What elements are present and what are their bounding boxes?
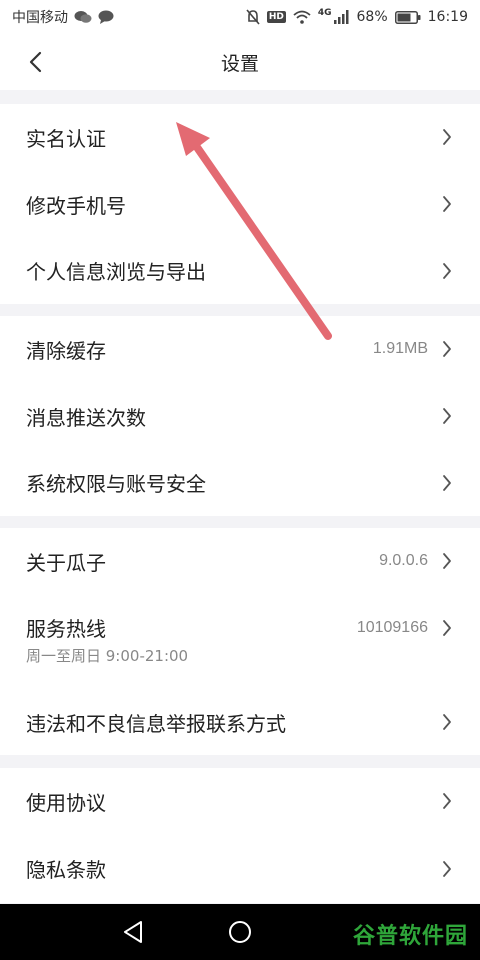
setting-change-phone[interactable]: 修改手机号 — [0, 171, 480, 238]
hotline-hours: 周一至周日 9:00-21:00 — [26, 646, 189, 665]
settings-group-system: 清除缓存 1.91MB 消息推送次数 系统权限与账号安全 — [0, 316, 480, 517]
setting-label: 消息推送次数 — [26, 405, 146, 430]
setting-label: 清除缓存 — [26, 338, 106, 363]
setting-label: 隐私条款 — [26, 858, 106, 883]
setting-user-agreement[interactable]: 使用协议 — [0, 768, 480, 835]
setting-service-hotline[interactable]: 服务热线 10109166 周一至周日 9:00-21:00 — [0, 595, 480, 689]
battery-percent: 68% — [356, 9, 388, 25]
chevron-right-icon — [440, 340, 454, 358]
setting-label: 违法和不良信息举报联系方式 — [26, 711, 286, 736]
setting-clear-cache[interactable]: 清除缓存 1.91MB — [0, 316, 480, 383]
hotline-number: 10109166 — [356, 618, 428, 636]
signal-icon — [333, 10, 350, 24]
version-value: 9.0.0.6 — [379, 552, 428, 570]
message-icon — [98, 10, 114, 24]
setting-report-contact[interactable]: 违法和不良信息举报联系方式 — [0, 689, 480, 756]
chevron-right-icon — [440, 713, 454, 731]
settings-group-about: 关于瓜子 9.0.0.6 服务热线 10109166 周一至周日 9:00-21… — [0, 528, 480, 756]
mute-icon — [246, 9, 260, 25]
wifi-icon — [293, 10, 311, 24]
back-arrow-icon — [29, 51, 42, 73]
setting-permissions-security[interactable]: 系统权限与账号安全 — [0, 449, 480, 516]
chevron-right-icon — [440, 792, 454, 810]
wechat-icon — [74, 10, 92, 24]
header: 设置 — [0, 34, 480, 90]
setting-label: 系统权限与账号安全 — [26, 472, 206, 497]
hd-badge: HD — [266, 11, 286, 23]
watermark-logo: 谷普软件园 — [352, 924, 468, 949]
setting-privacy-policy[interactable]: 隐私条款 — [0, 835, 480, 903]
battery-icon — [394, 10, 421, 24]
status-left: 中国移动 — [12, 7, 114, 27]
setting-label: 实名认证 — [26, 126, 106, 151]
setting-label: 个人信息浏览与导出 — [26, 260, 206, 285]
chevron-right-icon — [440, 860, 454, 878]
setting-about-guazi[interactable]: 关于瓜子 9.0.0.6 — [0, 528, 480, 595]
nav-back-button[interactable] — [122, 920, 144, 944]
back-button[interactable] — [18, 46, 52, 78]
chevron-right-icon — [440, 262, 454, 280]
triangle-back-icon — [124, 921, 142, 943]
setting-label: 使用协议 — [26, 790, 106, 815]
carrier-label: 中国移动 — [12, 10, 68, 26]
chevron-right-icon — [440, 552, 454, 570]
chevron-right-icon — [440, 407, 454, 425]
settings-group-legal: 使用协议 隐私条款 — [0, 768, 480, 903]
chevron-right-icon — [440, 128, 454, 146]
settings-group-account: 实名认证 修改手机号 个人信息浏览与导出 — [0, 104, 480, 305]
setting-personal-info-export[interactable]: 个人信息浏览与导出 — [0, 237, 480, 304]
system-navigation-bar: 谷普软件园 — [0, 904, 480, 960]
page-title: 设置 — [220, 52, 259, 75]
chevron-right-icon — [440, 195, 454, 213]
status-bar: 中国移动 HD 4G 68% 16:19 — [0, 0, 480, 34]
clock: 16:19 — [427, 9, 468, 25]
chevron-right-icon — [440, 474, 454, 492]
nav-home-button[interactable] — [228, 920, 252, 944]
circle-home-icon — [229, 921, 251, 943]
chevron-right-icon — [440, 619, 454, 637]
setting-label: 关于瓜子 — [26, 550, 106, 575]
setting-label: 服务热线 — [26, 616, 106, 641]
network-type: 4G — [317, 8, 332, 18]
setting-push-frequency[interactable]: 消息推送次数 — [0, 383, 480, 450]
status-right: HD 4G 68% 16:19 — [246, 8, 468, 25]
cache-size-value: 1.91MB — [372, 340, 428, 358]
setting-real-name-verification[interactable]: 实名认证 — [0, 104, 480, 171]
setting-label: 修改手机号 — [26, 193, 126, 218]
